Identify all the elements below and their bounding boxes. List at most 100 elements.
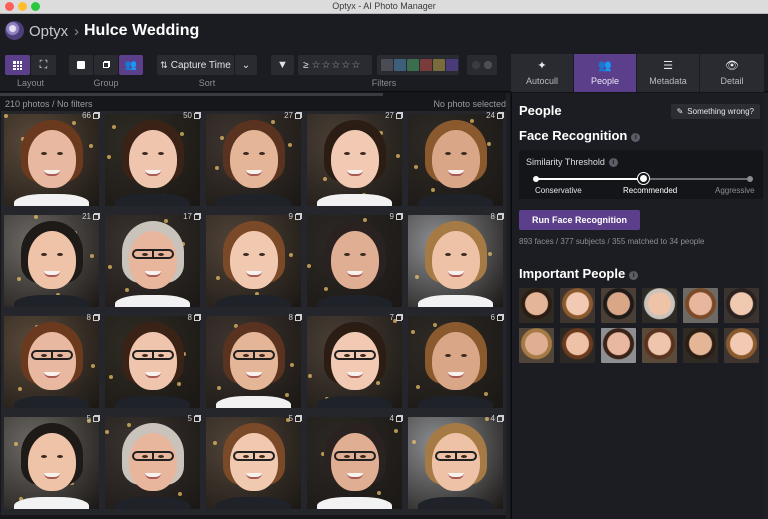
flag-filter-picked[interactable]: [472, 61, 480, 69]
sort-dropdown-button[interactable]: ⌄: [235, 55, 257, 75]
group-none-button[interactable]: [69, 55, 93, 75]
sort-value: Capture Time: [170, 59, 231, 71]
toolbar-label-sort: Sort: [198, 78, 216, 88]
tab-people[interactable]: 👥 People: [574, 54, 636, 92]
project-title: Hulce Wedding: [84, 22, 200, 39]
slider-stop-conservative[interactable]: [533, 176, 539, 182]
photo-thumbnail[interactable]: 17: [102, 212, 204, 313]
run-face-recognition-button[interactable]: Run Face Recognition: [519, 210, 640, 230]
important-person-thumbnail[interactable]: [683, 288, 718, 323]
photo-thumbnail[interactable]: 9: [304, 212, 406, 313]
list-icon: ☰: [663, 60, 673, 72]
window-title: Optyx - AI Photo Manager: [332, 1, 436, 11]
info-icon[interactable]: i: [631, 133, 641, 142]
photo-thumbnail[interactable]: 9: [203, 212, 305, 313]
photo-thumbnail[interactable]: 8: [1, 313, 103, 414]
photo-thumbnail[interactable]: 7: [304, 313, 406, 414]
photo-thumbnail[interactable]: 27: [304, 111, 406, 212]
slider-fill: [535, 178, 643, 180]
photo-thumbnail[interactable]: 50: [102, 111, 204, 212]
photo-thumbnail[interactable]: 6: [405, 313, 507, 414]
stack-count: 6: [491, 313, 503, 322]
info-icon[interactable]: i: [629, 271, 639, 280]
portrait-photo: [408, 316, 503, 408]
photo-thumbnail[interactable]: 24: [405, 111, 507, 212]
important-person-thumbnail[interactable]: [601, 288, 636, 323]
photo-thumbnail[interactable]: 4: [405, 414, 507, 515]
portrait-photo: [4, 417, 99, 509]
portrait-photo: [408, 215, 503, 307]
color-filter-green[interactable]: [407, 59, 419, 71]
tab-detail[interactable]: 👁 Detail: [700, 54, 764, 92]
color-filter-blue[interactable]: [394, 59, 406, 71]
level-recommended: Recommended: [623, 186, 678, 195]
color-filter-yellow[interactable]: [433, 59, 445, 71]
stack-count: 5: [289, 414, 301, 423]
info-icon[interactable]: i: [608, 158, 618, 167]
portrait-photo: [105, 316, 200, 408]
important-person-thumbnail[interactable]: [683, 328, 718, 363]
photo-thumbnail[interactable]: 5: [203, 414, 305, 515]
portrait-photo: [206, 215, 301, 307]
stack-count: 50: [183, 111, 200, 120]
group-stacks-button[interactable]: [94, 55, 118, 75]
slider-thumb[interactable]: [638, 173, 649, 184]
important-person-thumbnail[interactable]: [601, 328, 636, 363]
fullscreen-layout-button[interactable]: ⛶: [31, 55, 56, 75]
portrait-photo: [105, 215, 200, 307]
something-wrong-button[interactable]: ✎ Something wrong?: [670, 104, 760, 119]
stack-icon: [194, 213, 200, 220]
photo-thumbnail[interactable]: 5: [102, 414, 204, 515]
photo-count: 210 photos / No filters: [5, 99, 93, 109]
color-filter-gray[interactable]: [381, 59, 393, 71]
tab-autocull[interactable]: ✦ Autocull: [511, 54, 573, 92]
panel-scrollbar[interactable]: [764, 93, 768, 519]
photo-thumbnail[interactable]: 4: [304, 414, 406, 515]
stack-count-value: 9: [288, 212, 293, 221]
optyx-logo-icon: [5, 21, 24, 40]
important-person-thumbnail[interactable]: [642, 328, 677, 363]
stack-count: 8: [491, 212, 503, 221]
important-person-thumbnail[interactable]: [560, 328, 595, 363]
important-person-thumbnail[interactable]: [519, 288, 554, 323]
photo-thumbnail[interactable]: 66: [1, 111, 103, 212]
important-person-thumbnail[interactable]: [560, 288, 595, 323]
photo-thumbnail[interactable]: 27: [203, 111, 305, 212]
eye-icon: 👁: [725, 60, 739, 72]
flag-filter-rejected[interactable]: [484, 61, 492, 69]
important-person-thumbnail[interactable]: [519, 328, 554, 363]
similarity-slider[interactable]: [533, 173, 753, 184]
stack-icon: [194, 314, 200, 321]
similarity-threshold-box: Similarity Threshold i Conservative Recom…: [519, 150, 763, 199]
photo-thumbnail[interactable]: 8: [102, 313, 204, 414]
stack-icon: [396, 415, 402, 422]
filter-icon: ▼: [277, 59, 288, 71]
stack-count-value: 5: [288, 414, 293, 423]
photo-thumbnail[interactable]: 21: [1, 212, 103, 313]
important-person-thumbnail[interactable]: [642, 288, 677, 323]
grid-scrollbar[interactable]: [506, 93, 510, 519]
stack-icon: [497, 213, 503, 220]
photo-thumbnail[interactable]: 8: [405, 212, 507, 313]
group-people-button[interactable]: 👥: [119, 55, 143, 75]
important-person-thumbnail[interactable]: [724, 328, 759, 363]
magic-wand-icon: ✦: [537, 60, 547, 72]
slider-stop-aggressive[interactable]: [747, 176, 753, 182]
grid-layout-button[interactable]: [5, 55, 30, 75]
color-filter-red[interactable]: [420, 59, 432, 71]
rating-operator: ≥: [303, 59, 309, 71]
photo-thumbnail[interactable]: 5: [1, 414, 103, 515]
important-person-thumbnail[interactable]: [724, 288, 759, 323]
panel-title: People: [519, 103, 562, 118]
brand-name[interactable]: Optyx: [29, 23, 68, 40]
color-filter-purple[interactable]: [446, 59, 458, 71]
sort-select[interactable]: ⇅ Capture Time: [157, 55, 234, 75]
square-icon: [77, 61, 85, 69]
tab-metadata[interactable]: ☰ Metadata: [637, 54, 699, 92]
photo-thumbnail[interactable]: 8: [203, 313, 305, 414]
rating-filter[interactable]: ≥ ☆☆☆☆☆: [298, 55, 372, 75]
portrait-photo: [307, 316, 402, 408]
stack-count-value: 8: [86, 313, 91, 322]
portrait-photo: [307, 215, 402, 307]
filter-button[interactable]: ▼: [271, 55, 294, 75]
